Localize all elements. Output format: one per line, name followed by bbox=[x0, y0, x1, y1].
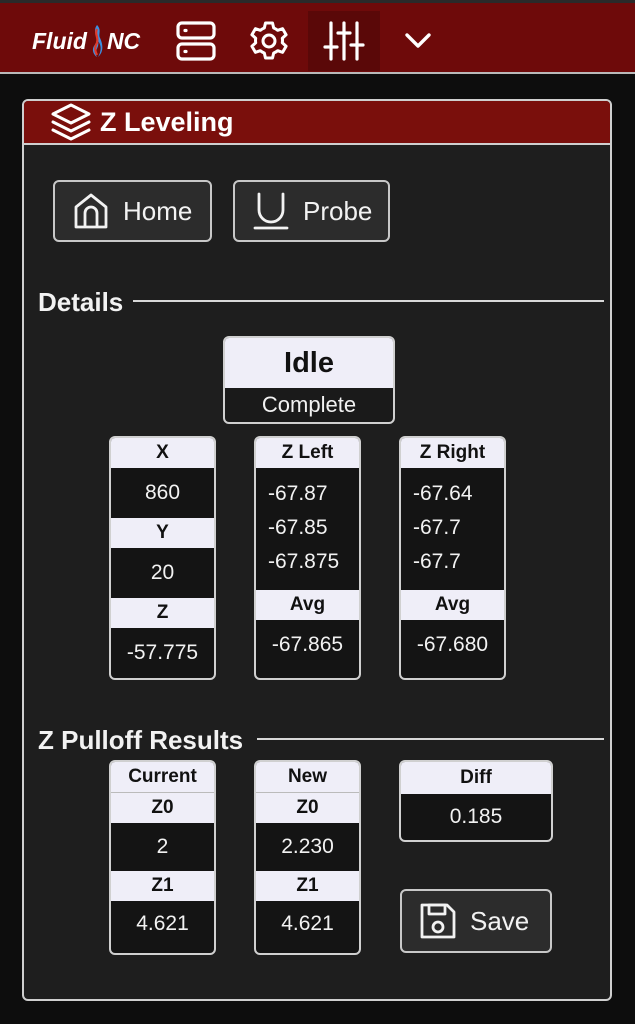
nav-controls-button[interactable] bbox=[308, 11, 380, 71]
z-left-label: Z Left bbox=[256, 438, 359, 468]
z-leveling-panel: Z Leveling Home Probe Details Idle Compl… bbox=[22, 99, 612, 1001]
machine-state: Idle bbox=[225, 338, 393, 388]
probe-status: Complete bbox=[261, 392, 357, 417]
y-value: 20 bbox=[150, 561, 175, 584]
current-z0-label: Z0 bbox=[111, 792, 214, 823]
logo-text-nc: NC bbox=[106, 27, 141, 54]
z-left-avg-label: Avg bbox=[256, 590, 359, 620]
z-left-value: -67.85 bbox=[268, 516, 328, 539]
new-pulloff-box: New Z0 2.230 Z1 4.621 bbox=[254, 760, 361, 955]
z-left-avg: -67.865 bbox=[271, 633, 344, 656]
current-label: Current bbox=[111, 762, 214, 792]
pulloff-divider bbox=[257, 738, 604, 740]
z-right-label: Z Right bbox=[401, 438, 504, 468]
current-z1-value: 4.621 bbox=[136, 912, 189, 935]
new-z0-label: Z0 bbox=[256, 792, 359, 823]
sliders-icon bbox=[323, 21, 365, 61]
y-label: Y bbox=[111, 518, 214, 548]
diff-value: 0.185 bbox=[449, 805, 503, 828]
probe-button-label: Probe bbox=[303, 195, 373, 226]
x-label: X bbox=[111, 438, 214, 468]
z-right-value: -67.7 bbox=[413, 550, 461, 573]
z-left-values: -67.87 -67.85 -67.875 bbox=[256, 468, 359, 590]
new-z1-value: 4.621 bbox=[281, 912, 334, 935]
z-left-box: Z Left -67.87 -67.85 -67.875 Avg -67.865 bbox=[254, 436, 361, 680]
z-right-value: -67.64 bbox=[413, 482, 473, 505]
logo-text-fluid: Fluid bbox=[32, 27, 87, 54]
position-box: X 860 Y 20 Z -57.775 bbox=[109, 436, 216, 680]
details-title: Details bbox=[38, 287, 124, 317]
probe-icon bbox=[253, 192, 289, 230]
home-button[interactable]: Home bbox=[53, 180, 212, 242]
current-z1-label: Z1 bbox=[111, 871, 214, 901]
home-icon bbox=[74, 193, 108, 229]
new-label: New bbox=[256, 762, 359, 792]
diff-label: Diff bbox=[401, 762, 551, 794]
new-z0-value: 2.230 bbox=[281, 835, 334, 858]
nav-settings-button[interactable] bbox=[233, 11, 305, 71]
pulloff-title: Z Pulloff Results bbox=[38, 725, 244, 755]
status-box: Idle Complete bbox=[223, 336, 395, 424]
z-label: Z bbox=[111, 598, 214, 628]
save-button-label: Save bbox=[470, 905, 530, 936]
z-right-avg-label: Avg bbox=[401, 590, 504, 620]
layers-icon bbox=[51, 103, 91, 141]
floppy-disk-icon bbox=[420, 903, 456, 939]
save-button[interactable]: Save bbox=[400, 889, 552, 953]
current-pulloff-box: Current Z0 2 Z1 4.621 bbox=[109, 760, 216, 955]
fluidnc-logo[interactable]: Fluid NC bbox=[32, 25, 140, 57]
nav-server-button[interactable] bbox=[160, 11, 232, 71]
z-right-avg: -67.680 bbox=[416, 633, 489, 656]
z-left-value: -67.87 bbox=[268, 482, 328, 505]
panel-header: Z Leveling bbox=[24, 101, 610, 145]
home-button-label: Home bbox=[123, 195, 193, 226]
z-left-value: -67.875 bbox=[268, 550, 340, 573]
z-right-value: -67.7 bbox=[413, 516, 461, 539]
flame-icon bbox=[92, 25, 103, 57]
new-z1-label: Z1 bbox=[256, 871, 359, 901]
probe-button[interactable]: Probe bbox=[233, 180, 390, 242]
server-icon bbox=[176, 21, 216, 61]
gear-icon bbox=[250, 21, 288, 60]
details-divider bbox=[133, 300, 604, 302]
diff-box: Diff 0.185 bbox=[399, 760, 553, 842]
chevron-down-icon bbox=[405, 33, 431, 48]
nav-more-button[interactable] bbox=[382, 11, 454, 71]
current-z0-value: 2 bbox=[156, 835, 169, 858]
top-nav-bar: Fluid NC bbox=[0, 0, 635, 74]
panel-title: Z Leveling bbox=[100, 106, 234, 137]
z-right-box: Z Right -67.64 -67.7 -67.7 Avg -67.680 bbox=[399, 436, 506, 680]
z-value: -57.775 bbox=[126, 641, 199, 664]
z-right-values: -67.64 -67.7 -67.7 bbox=[401, 468, 504, 590]
x-value: 860 bbox=[144, 481, 181, 504]
